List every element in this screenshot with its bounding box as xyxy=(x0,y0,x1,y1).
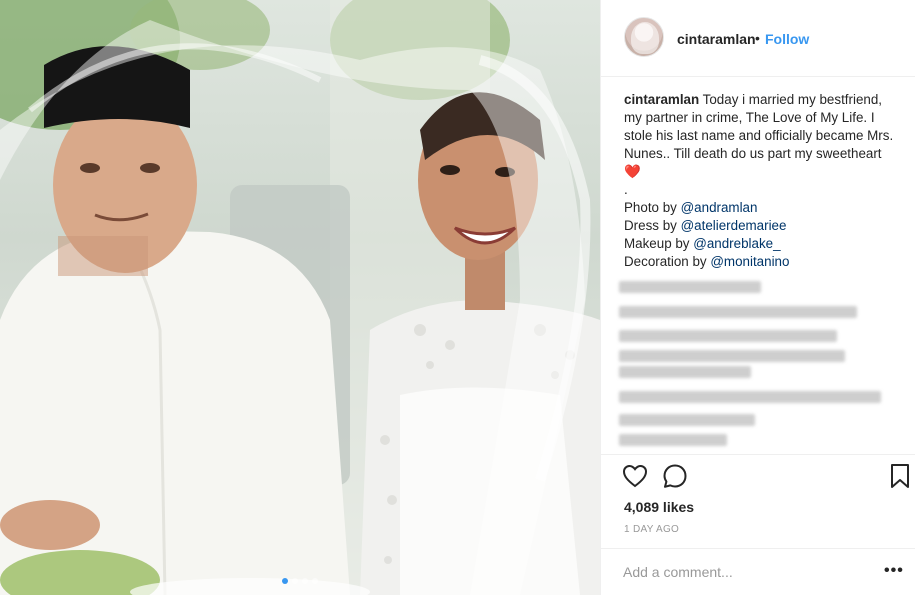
credit-photo: Photo by @andramlan xyxy=(624,200,758,215)
credit-photo-handle[interactable]: @andramlan xyxy=(681,200,758,215)
comment-input[interactable] xyxy=(621,560,860,584)
wedding-photo-illustration xyxy=(0,0,600,595)
likes-count[interactable]: 4,089 likes xyxy=(624,499,694,515)
credit-decoration-handle[interactable]: @monitanino xyxy=(710,254,789,269)
credit-dress: Dress by @atelierdemariee xyxy=(624,218,787,233)
blurred-comment xyxy=(619,391,881,403)
heart-icon[interactable] xyxy=(621,462,649,490)
comment-divider xyxy=(601,548,915,549)
post-sidebar: cintaramlan • Follow cintaramlan Today i… xyxy=(600,0,915,595)
header-separator: • xyxy=(755,30,760,46)
post-caption: cintaramlan Today i married my bestfrien… xyxy=(624,91,900,271)
post-timestamp[interactable]: 1 DAY AGO xyxy=(624,524,679,535)
carousel-dot xyxy=(312,578,318,584)
header-username[interactable]: cintaramlan xyxy=(677,31,756,47)
blurred-comment xyxy=(619,281,761,293)
blurred-comment xyxy=(619,434,727,446)
caption-username[interactable]: cintaramlan xyxy=(624,92,699,107)
carousel-dot xyxy=(292,578,298,584)
blurred-comment xyxy=(619,330,837,342)
credit-decoration: Decoration by @monitanino xyxy=(624,254,790,269)
blurred-comment xyxy=(619,414,755,426)
caption-dot: . xyxy=(624,182,628,197)
post-header: cintaramlan • Follow xyxy=(601,0,915,77)
blurred-comment xyxy=(619,366,751,378)
post-photo[interactable] xyxy=(0,0,600,595)
carousel-indicator xyxy=(0,578,600,584)
blurred-comment xyxy=(619,350,845,362)
instagram-post: cintaramlan • Follow cintaramlan Today i… xyxy=(0,0,915,595)
comment-icon[interactable] xyxy=(661,462,689,490)
more-options-button[interactable]: ••• xyxy=(884,563,904,579)
credit-makeup: Makeup by @andreblake_ xyxy=(624,236,781,251)
post-actions xyxy=(601,455,915,501)
avatar[interactable] xyxy=(624,17,664,57)
credit-makeup-handle[interactable]: @andreblake_ xyxy=(693,236,780,251)
credit-dress-handle[interactable]: @atelierdemariee xyxy=(681,218,787,233)
follow-button[interactable]: Follow xyxy=(765,31,809,47)
blurred-comment xyxy=(619,306,857,318)
carousel-dot xyxy=(302,578,308,584)
bookmark-icon[interactable] xyxy=(886,462,914,490)
carousel-dot-active xyxy=(282,578,288,584)
